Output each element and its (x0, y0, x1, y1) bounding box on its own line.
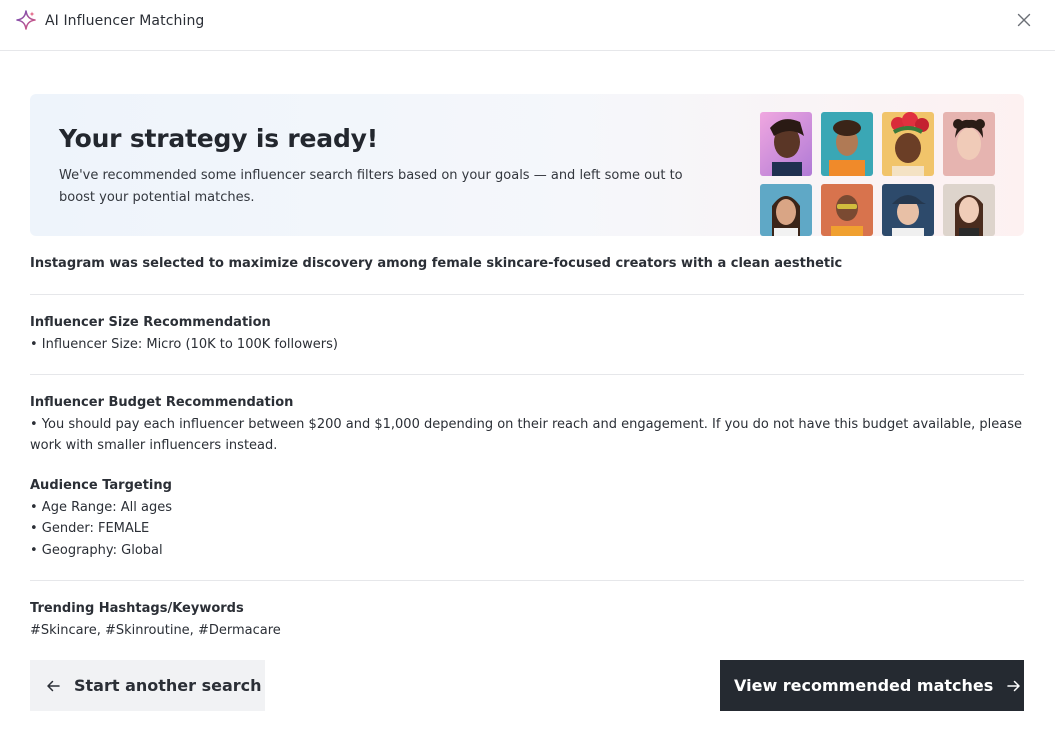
size-recommendation: Influencer Size Recommendation • Influen… (30, 312, 1024, 355)
close-icon[interactable] (1014, 10, 1034, 30)
hashtags-heading: Trending Hashtags/Keywords (30, 601, 244, 616)
avatar (821, 184, 873, 236)
audience-item-geography: • Geography: Global (30, 542, 163, 558)
view-recommended-matches-button[interactable]: View recommended matches (720, 660, 1024, 711)
avatar (760, 112, 812, 176)
start-another-search-button[interactable]: Start another search (30, 660, 265, 711)
avatar (760, 184, 812, 236)
avatar (882, 112, 934, 176)
view-recommended-matches-label: View recommended matches (734, 676, 994, 695)
avatar (821, 112, 873, 176)
size-heading: Influencer Size Recommendation (30, 315, 271, 330)
audience-targeting: Audience Targeting • Age Range: All ages… (30, 475, 1024, 561)
divider (30, 580, 1024, 581)
banner-description: We've recommended some influencer search… (59, 168, 683, 205)
avatar (943, 112, 995, 176)
size-item: • Influencer Size: Micro (10K to 100K fo… (30, 336, 338, 352)
budget-recommendation: Influencer Budget Recommendation • You s… (30, 392, 1024, 457)
avatar (943, 184, 995, 236)
strategy-banner: Your strategy is ready! We've recommende… (30, 94, 1024, 236)
budget-heading: Influencer Budget Recommendation (30, 395, 294, 410)
divider (30, 374, 1024, 375)
arrow-left-icon (47, 680, 60, 691)
audience-item-gender: • Gender: FEMALE (30, 521, 150, 536)
avatar (882, 184, 934, 236)
arrow-right-icon (1007, 680, 1021, 691)
hashtags-value: #Skincare, #Skinroutine, #Dermacare (30, 622, 281, 638)
modal-header: AI Influencer Matching (0, 0, 1055, 51)
platform-note: Instagram was selected to maximize disco… (30, 253, 1024, 275)
budget-item: • You should pay each influencer between… (30, 416, 1023, 454)
start-another-search-label: Start another search (74, 676, 262, 695)
modal-title: AI Influencer Matching (45, 13, 205, 29)
trending-hashtags: Trending Hashtags/Keywords #Skincare, #S… (30, 598, 1024, 641)
divider (30, 294, 1024, 295)
sparkle-icon (16, 10, 36, 30)
audience-heading: Audience Targeting (30, 478, 172, 493)
platform-note-text: Instagram was selected to maximize disco… (30, 256, 843, 271)
banner-title: Your strategy is ready! (59, 124, 378, 153)
audience-item-age: • Age Range: All ages (30, 499, 173, 515)
